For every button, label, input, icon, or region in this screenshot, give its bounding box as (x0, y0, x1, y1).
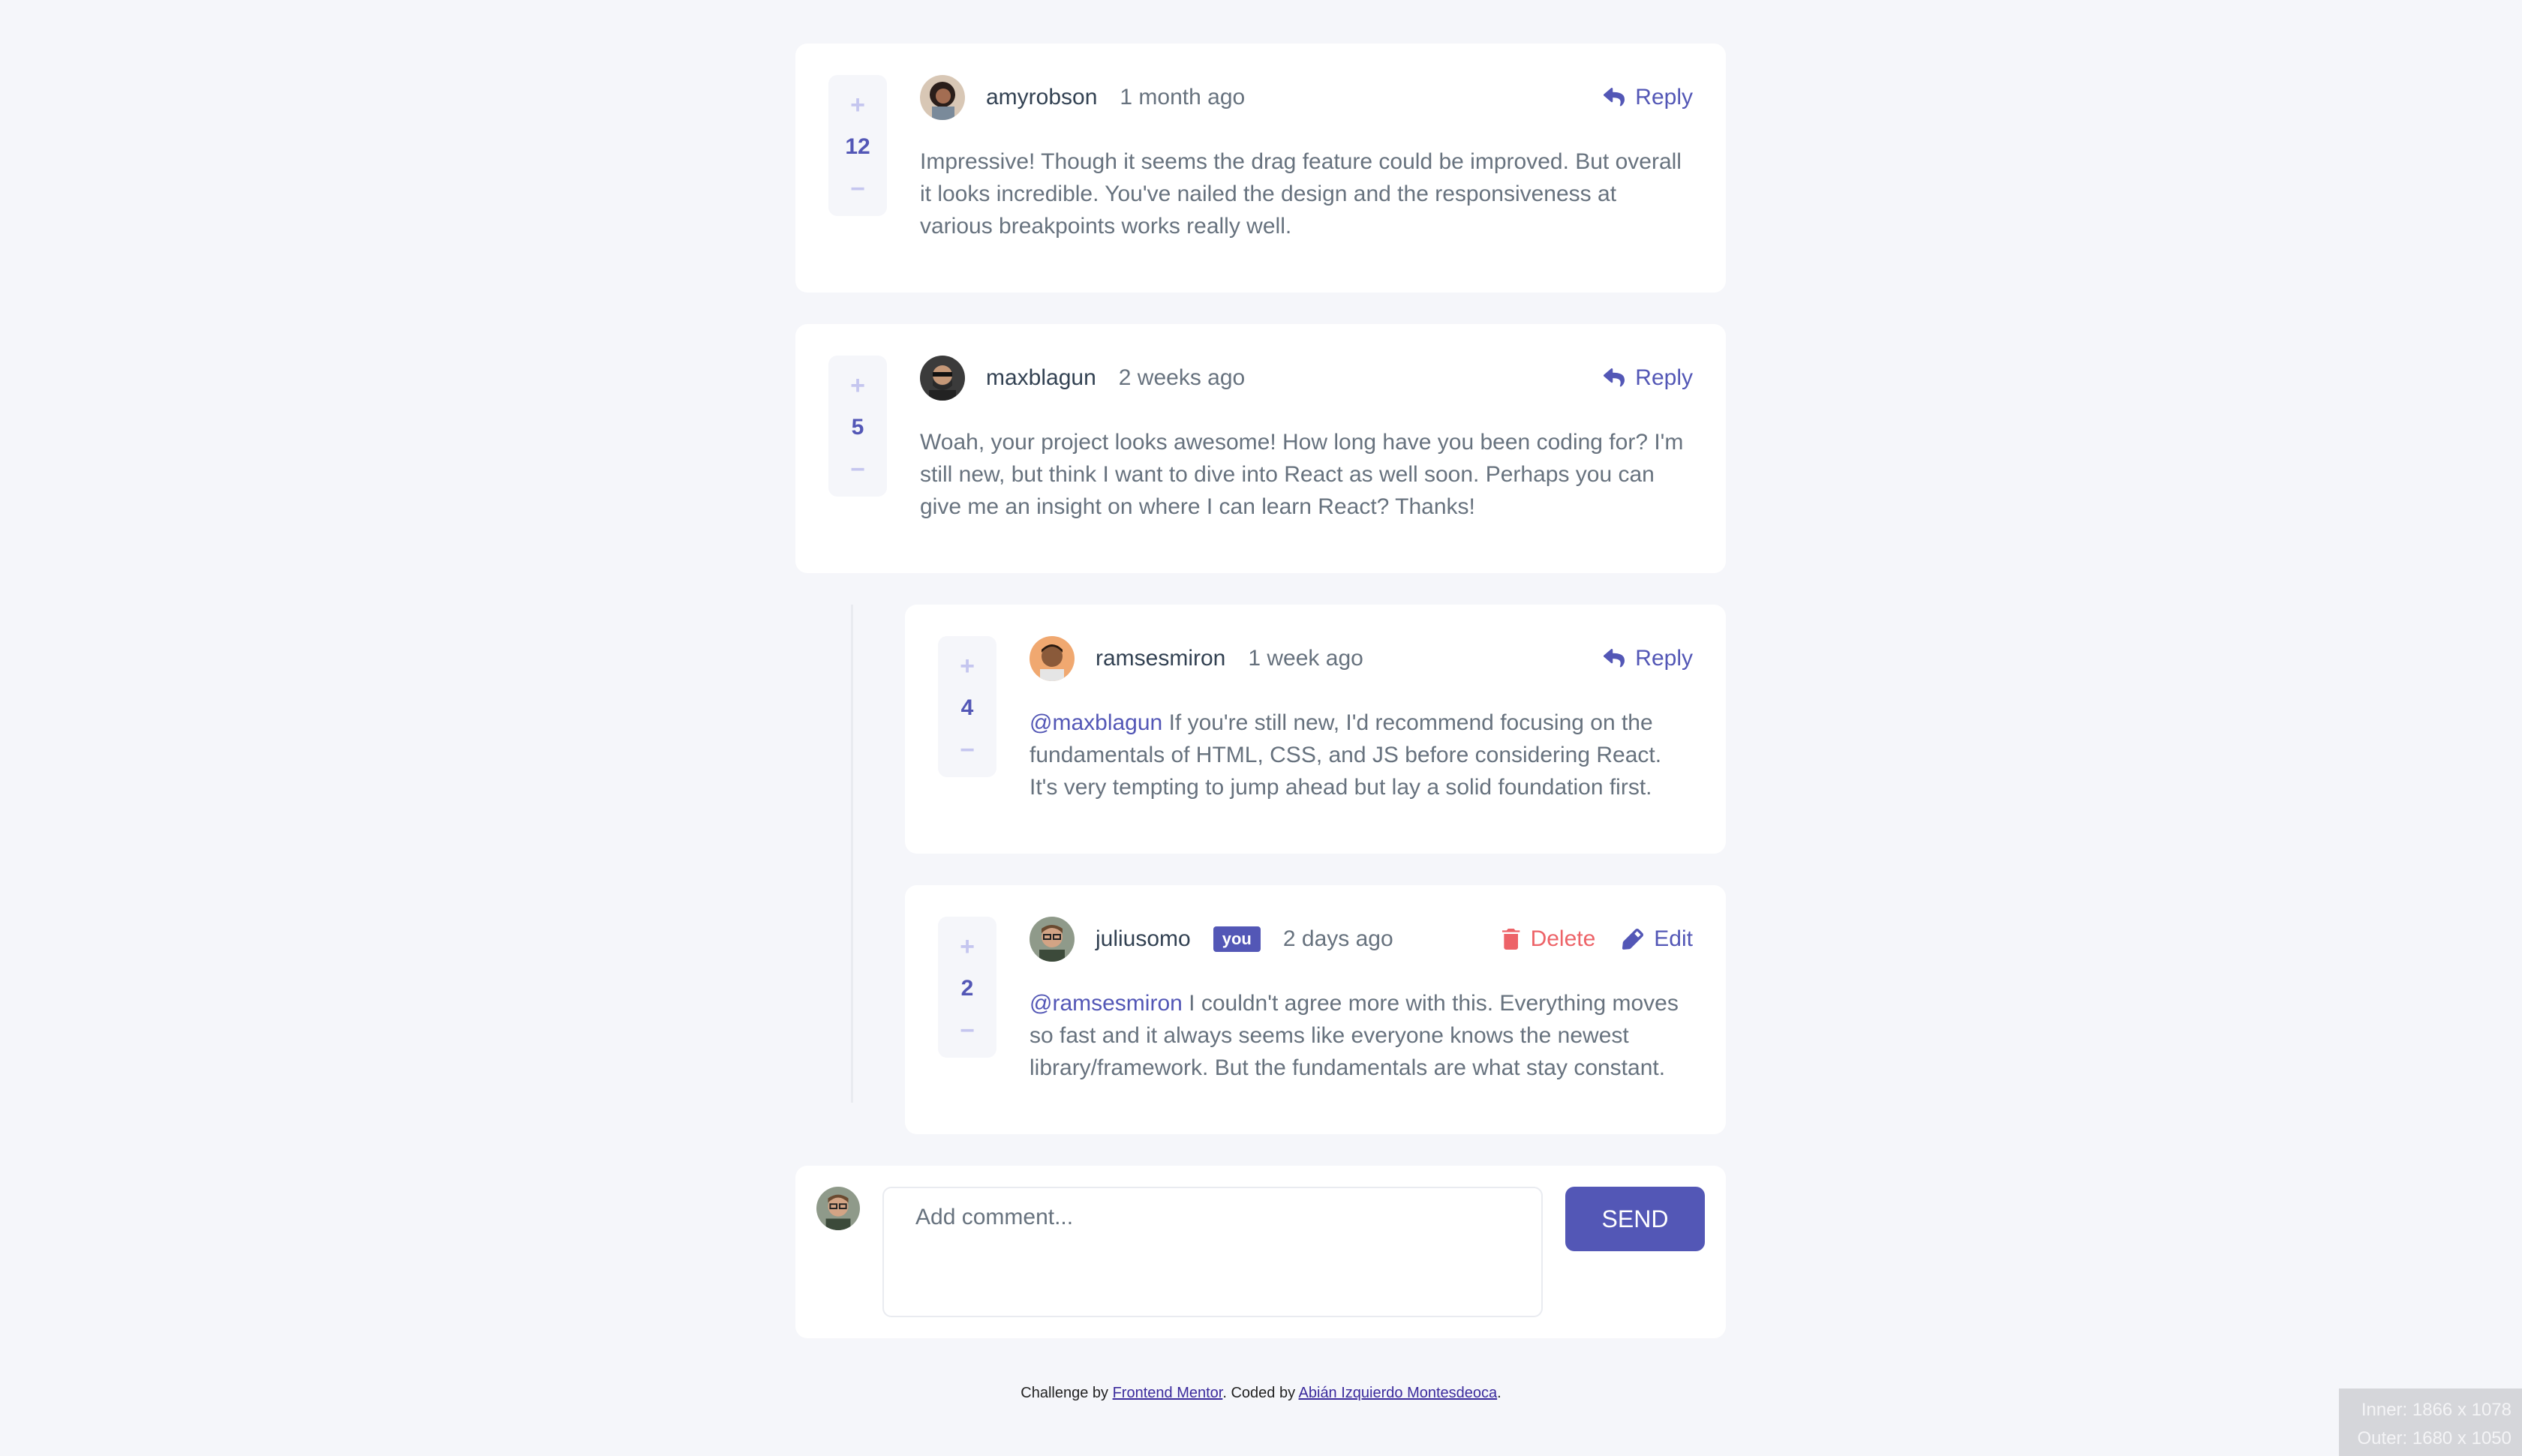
comment-composer: SEND (795, 1166, 1726, 1338)
footer-suffix: . (1497, 1385, 1501, 1401)
attribution-footer: Challenge by Frontend Mentor. Coded by A… (0, 1385, 2522, 1402)
comments-section: + 12 − amyrobson 1 month ago Reply Impre… (795, 44, 1726, 1338)
you-badge: you (1213, 926, 1261, 952)
timestamp: 1 week ago (1248, 646, 1363, 671)
comment-header: maxblagun 2 weeks ago Reply (920, 356, 1693, 401)
comment-text: @maxblagun If you're still new, I'd reco… (1030, 707, 1693, 803)
timestamp: 2 days ago (1282, 926, 1393, 951)
vote-control: + 5 − (828, 356, 887, 497)
vote-control: + 4 − (938, 636, 996, 777)
edit-button[interactable]: Edit (1622, 926, 1693, 952)
edit-label: Edit (1654, 926, 1693, 951)
score-value: 5 (851, 415, 864, 440)
comment-input[interactable] (882, 1187, 1543, 1317)
pencil-icon (1622, 929, 1644, 950)
score-value: 12 (845, 134, 870, 159)
upvote-button[interactable]: + (960, 651, 975, 681)
comment-header: amyrobson 1 month ago Reply (920, 75, 1693, 120)
timestamp: 1 month ago (1120, 85, 1246, 110)
upvote-button[interactable]: + (850, 371, 865, 401)
reply-label: Reply (1635, 85, 1693, 110)
comment-header: juliusomo you 2 days ago Delete Edit (1030, 917, 1693, 962)
downvote-button[interactable]: − (960, 1016, 975, 1046)
reply-card: + 4 − ramsesmiron 1 week ago Reply @maxb… (905, 605, 1726, 854)
frontend-mentor-link[interactable]: Frontend Mentor (1113, 1385, 1223, 1401)
score-value: 2 (960, 976, 974, 1001)
downvote-button[interactable]: − (850, 174, 865, 204)
trash-icon (1501, 929, 1520, 950)
reply-button[interactable]: Reply (1604, 646, 1693, 671)
downvote-button[interactable]: − (850, 455, 865, 485)
upvote-button[interactable]: + (850, 90, 865, 120)
username[interactable]: ramsesmiron (1096, 646, 1225, 671)
upvote-button[interactable]: + (960, 932, 975, 962)
username[interactable]: juliusomo (1096, 926, 1191, 952)
comment-content: juliusomo you 2 days ago Delete Edit @ra… (1030, 917, 1693, 1103)
avatar (920, 356, 965, 401)
avatar (920, 75, 965, 120)
avatar (1030, 917, 1075, 962)
comment-content: maxblagun 2 weeks ago Reply Woah, your p… (920, 356, 1693, 542)
reply-card: + 2 − juliusomo you 2 days ago Delete Ed… (905, 885, 1726, 1134)
downvote-button[interactable]: − (960, 735, 975, 765)
username[interactable]: amyrobson (986, 85, 1097, 110)
comment-text: Woah, your project looks awesome! How lo… (920, 430, 1684, 519)
reply-label: Reply (1635, 365, 1693, 390)
replies-thread: + 4 − ramsesmiron 1 week ago Reply @maxb… (851, 605, 1726, 1134)
comment-text: @ramsesmiron I couldn't agree more with … (1030, 987, 1693, 1084)
current-user-avatar (816, 1187, 860, 1230)
comment-card: + 12 − amyrobson 1 month ago Reply Impre… (795, 44, 1726, 293)
comment-card: + 5 − maxblagun 2 weeks ago Reply Woah, … (795, 324, 1726, 573)
comment-content: amyrobson 1 month ago Reply Impressive! … (920, 75, 1693, 261)
mention-link[interactable]: @ramsesmiron (1030, 991, 1183, 1016)
reply-icon (1604, 649, 1625, 668)
reply-label: Reply (1635, 646, 1693, 671)
viewport-size-overlay: Inner: 1866 x 1078 Outer: 1680 x 1050 (2339, 1388, 2522, 1456)
score-value: 4 (960, 695, 974, 720)
footer-middle: . Coded by (1222, 1385, 1299, 1401)
vote-control: + 2 − (938, 917, 996, 1058)
reply-icon (1604, 368, 1625, 387)
comment-content: ramsesmiron 1 week ago Reply @maxblagun … (1030, 636, 1693, 822)
reply-button[interactable]: Reply (1604, 365, 1693, 391)
inner-size: Inner: 1866 x 1078 (2361, 1400, 2511, 1420)
avatar (1030, 636, 1075, 681)
timestamp: 2 weeks ago (1118, 365, 1246, 390)
username[interactable]: maxblagun (986, 365, 1096, 391)
outer-size: Outer: 1680 x 1050 (2357, 1428, 2511, 1448)
reply-button[interactable]: Reply (1604, 85, 1693, 110)
mention-link[interactable]: @maxblagun (1030, 710, 1162, 735)
vote-control: + 12 − (828, 75, 887, 216)
comment-header: ramsesmiron 1 week ago Reply (1030, 636, 1693, 681)
comment-text: Impressive! Though it seems the drag fea… (920, 149, 1682, 239)
author-link[interactable]: Abián Izquierdo Montesdeoca (1299, 1385, 1498, 1401)
delete-button[interactable]: Delete (1501, 926, 1596, 952)
footer-prefix: Challenge by (1021, 1385, 1113, 1401)
send-button[interactable]: SEND (1565, 1187, 1705, 1251)
delete-label: Delete (1530, 926, 1596, 951)
reply-icon (1604, 88, 1625, 107)
